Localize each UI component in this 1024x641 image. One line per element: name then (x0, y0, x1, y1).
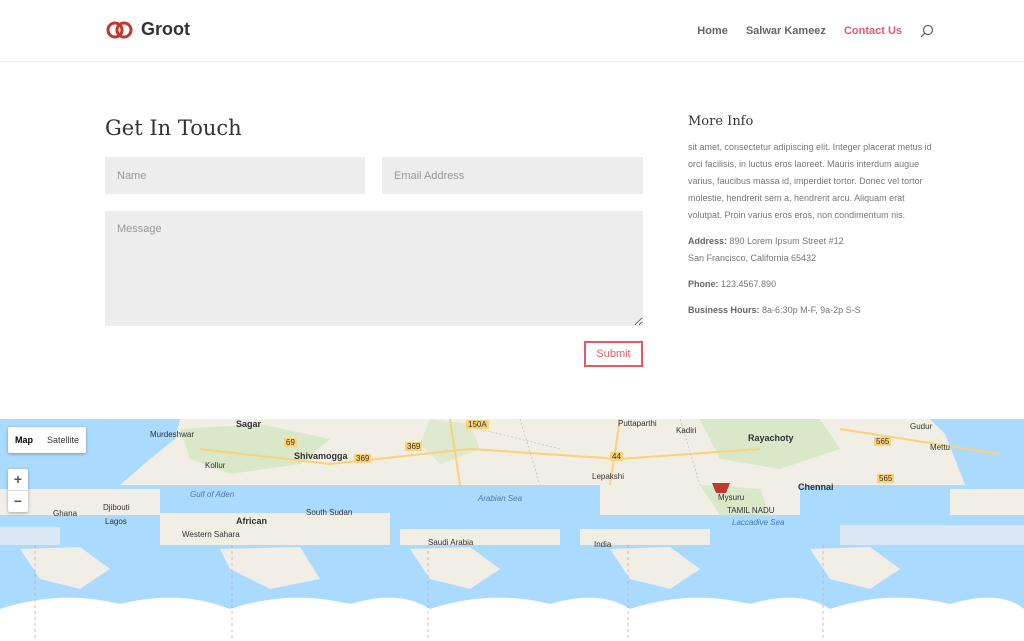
map-label: Djibouti (103, 503, 130, 512)
main-nav: Home Salwar Kameez Contact Us (679, 24, 934, 38)
road-shield: 565 (874, 437, 892, 446)
logo[interactable]: Groot (105, 19, 190, 40)
zoom-out-button[interactable]: − (8, 490, 28, 512)
map-label: Mettu (930, 443, 951, 452)
map-label: Lepakshi (592, 472, 625, 481)
road-shield: 369 (354, 454, 372, 463)
zoom-control: + − (8, 469, 28, 512)
phone-value: 123.4567.890 (721, 279, 777, 289)
logo-icon (106, 21, 133, 38)
nav-salwar-kameez[interactable]: Salwar Kameez (746, 25, 826, 37)
map-type-control: Map Satellite (8, 427, 87, 453)
map-label: Puttaparthi (618, 419, 657, 428)
map-label: Sagar (236, 419, 262, 429)
map-label: Mysuru (718, 493, 745, 502)
map-label: Shivamogga (294, 451, 348, 461)
message-textarea[interactable] (105, 211, 643, 326)
map-label: India (594, 540, 612, 549)
road-shield: 369 (405, 442, 423, 451)
email-input[interactable] (382, 157, 643, 194)
address-line2: San Francisco, California 65432 (688, 253, 817, 263)
phone-label: Phone: (688, 279, 719, 289)
map-label: South Sudan (306, 508, 353, 517)
google-map[interactable]: 69 369 369 150A 44 565 565 Sagar Murdesh… (0, 419, 1024, 641)
map-label: Gulf of Aden (190, 490, 235, 499)
nav-contact-us[interactable]: Contact Us (844, 25, 902, 37)
name-input[interactable] (105, 157, 365, 194)
map-label: Kadiri (676, 426, 697, 435)
address-label: Address: (688, 236, 728, 246)
page-title: Get In Touch (105, 116, 242, 140)
hours-value: 8a-6:30p M-F, 9a-2p S-S (762, 305, 861, 315)
map-label: Murdeshwar (150, 430, 195, 439)
site-header: Groot Home Salwar Kameez Contact Us (0, 0, 1024, 62)
hours-label: Business Hours: (688, 305, 760, 315)
map-label: Chennai (798, 482, 834, 492)
map-label: African (236, 516, 268, 526)
more-info-title: More Info (688, 114, 754, 129)
search-icon[interactable] (920, 24, 934, 38)
more-info: More Info sit amet, consectetur adipisci… (688, 114, 938, 328)
address-line1: 890 Lorem Ipsum Street #12 (729, 236, 844, 246)
map-label: Lagos (105, 517, 127, 526)
map-label: Rayachoty (748, 433, 794, 443)
map-type-satellite-button[interactable]: Satellite (40, 427, 86, 453)
road-shield: 150A (466, 420, 489, 429)
submit-button[interactable]: Submit (584, 341, 643, 367)
business-hours: Business Hours: 8a-6:30p M-F, 9a-2p S-S (688, 302, 938, 319)
map-label: Laccadive Sea (732, 518, 785, 527)
map-label: Ghana (53, 509, 78, 518)
map-type-map-button[interactable]: Map (8, 427, 40, 453)
road-shield: 565 (877, 474, 895, 483)
map-label: TAMIL NADU (727, 506, 775, 515)
road-shield: 44 (610, 452, 623, 461)
more-info-body: sit amet, consectetur adipiscing elit. I… (688, 142, 932, 220)
nav-home[interactable]: Home (697, 25, 728, 37)
address: Address: 890 Lorem Ipsum Street #12 San … (688, 233, 938, 267)
road-shield: 69 (284, 438, 297, 447)
map-label: Saudi Arabia (428, 538, 474, 547)
map-label: Gudur (910, 422, 933, 431)
map-label: Western Sahara (182, 530, 240, 539)
logo-text: Groot (141, 19, 190, 39)
zoom-in-button[interactable]: + (8, 469, 28, 490)
map-tiles (0, 419, 1024, 641)
phone: Phone: 123.4567.890 (688, 276, 938, 293)
map-label: Kollur (205, 461, 226, 470)
map-label: Arabian Sea (478, 494, 523, 503)
